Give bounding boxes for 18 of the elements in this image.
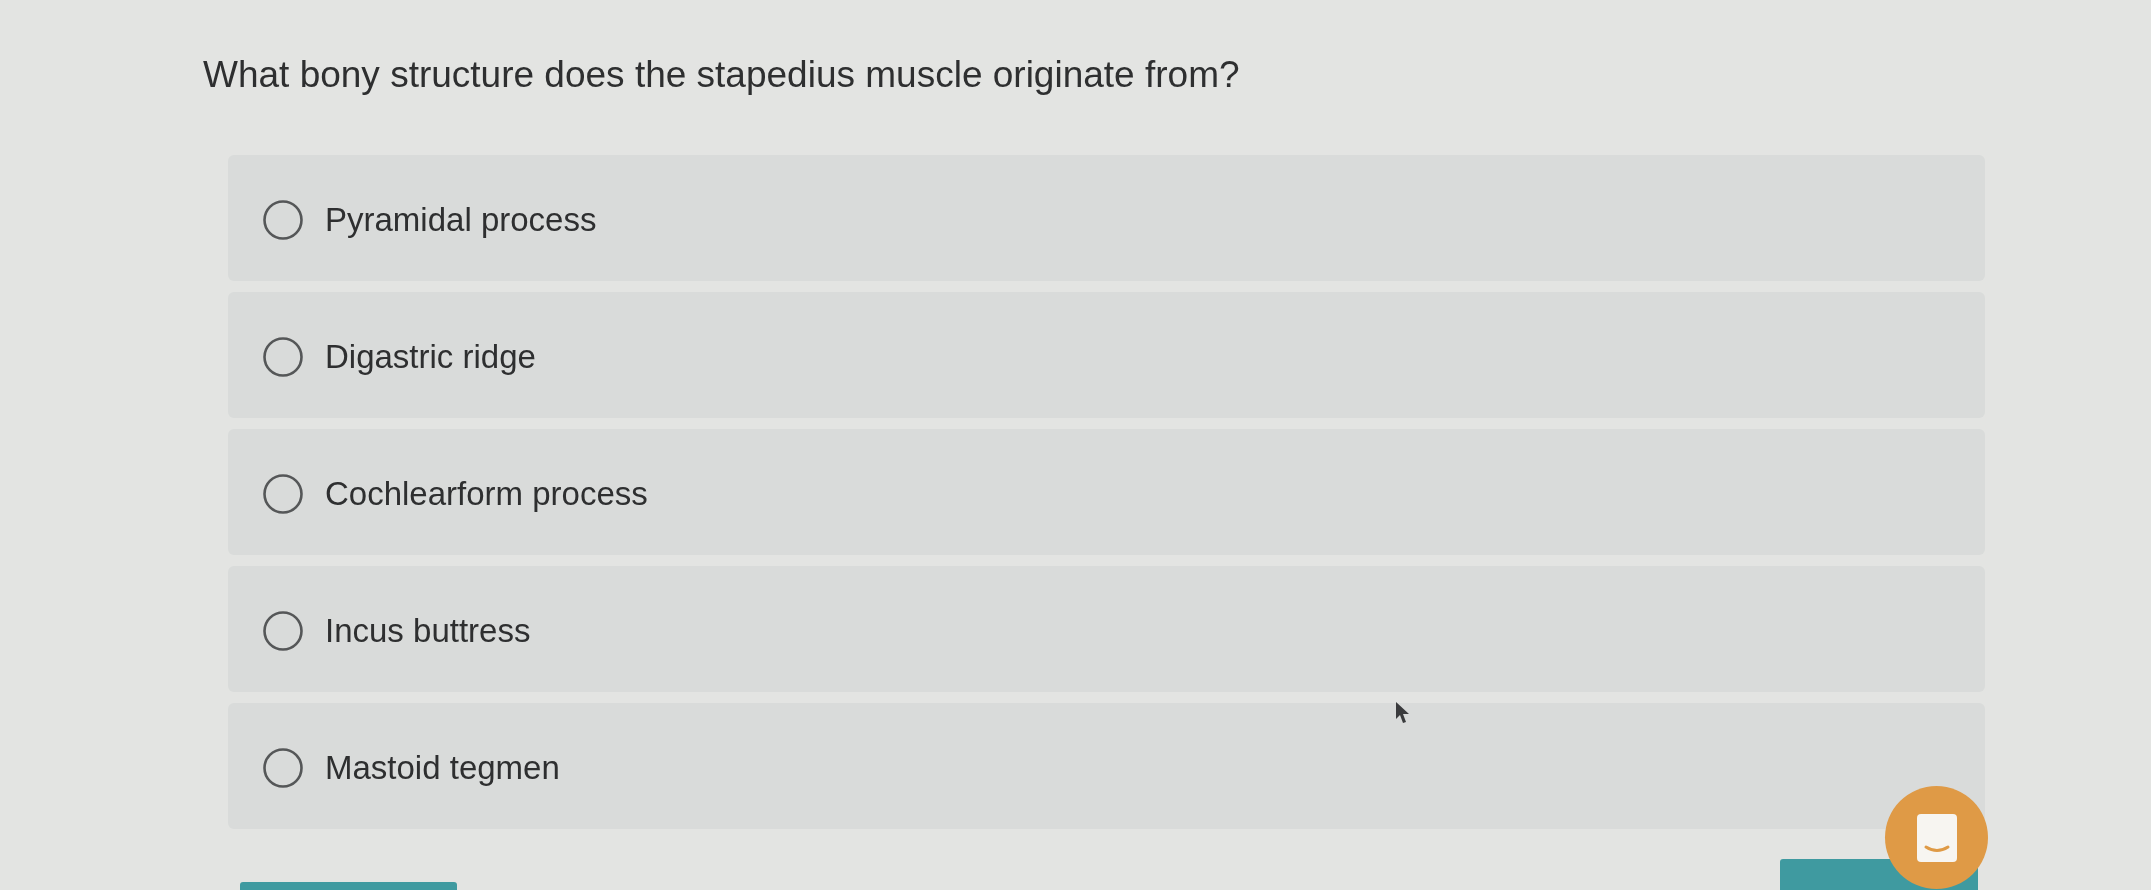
- smile-square-icon: [1916, 813, 1957, 862]
- option-label: Pyramidal process: [325, 200, 597, 240]
- option-label: Mastoid tegmen: [325, 748, 560, 788]
- option-row[interactable]: Incus buttress: [228, 566, 1985, 692]
- question-text: What bony structure does the stapedius muscle originate from?: [203, 53, 1240, 97]
- radio-button[interactable]: [263, 337, 303, 377]
- option-row[interactable]: Cochlearform process: [228, 429, 1985, 555]
- option-row[interactable]: Digastric ridge: [228, 292, 1985, 418]
- radio-button[interactable]: [263, 474, 303, 514]
- option-row[interactable]: Mastoid tegmen: [228, 703, 1985, 829]
- radio-button[interactable]: [263, 748, 303, 788]
- cursor-icon: [1396, 702, 1410, 724]
- option-row[interactable]: Pyramidal process: [228, 155, 1985, 281]
- option-label: Cochlearform process: [325, 474, 648, 514]
- option-label: Incus buttress: [325, 611, 531, 651]
- radio-button[interactable]: [263, 611, 303, 651]
- option-label: Digastric ridge: [325, 337, 536, 377]
- radio-button[interactable]: [263, 200, 303, 240]
